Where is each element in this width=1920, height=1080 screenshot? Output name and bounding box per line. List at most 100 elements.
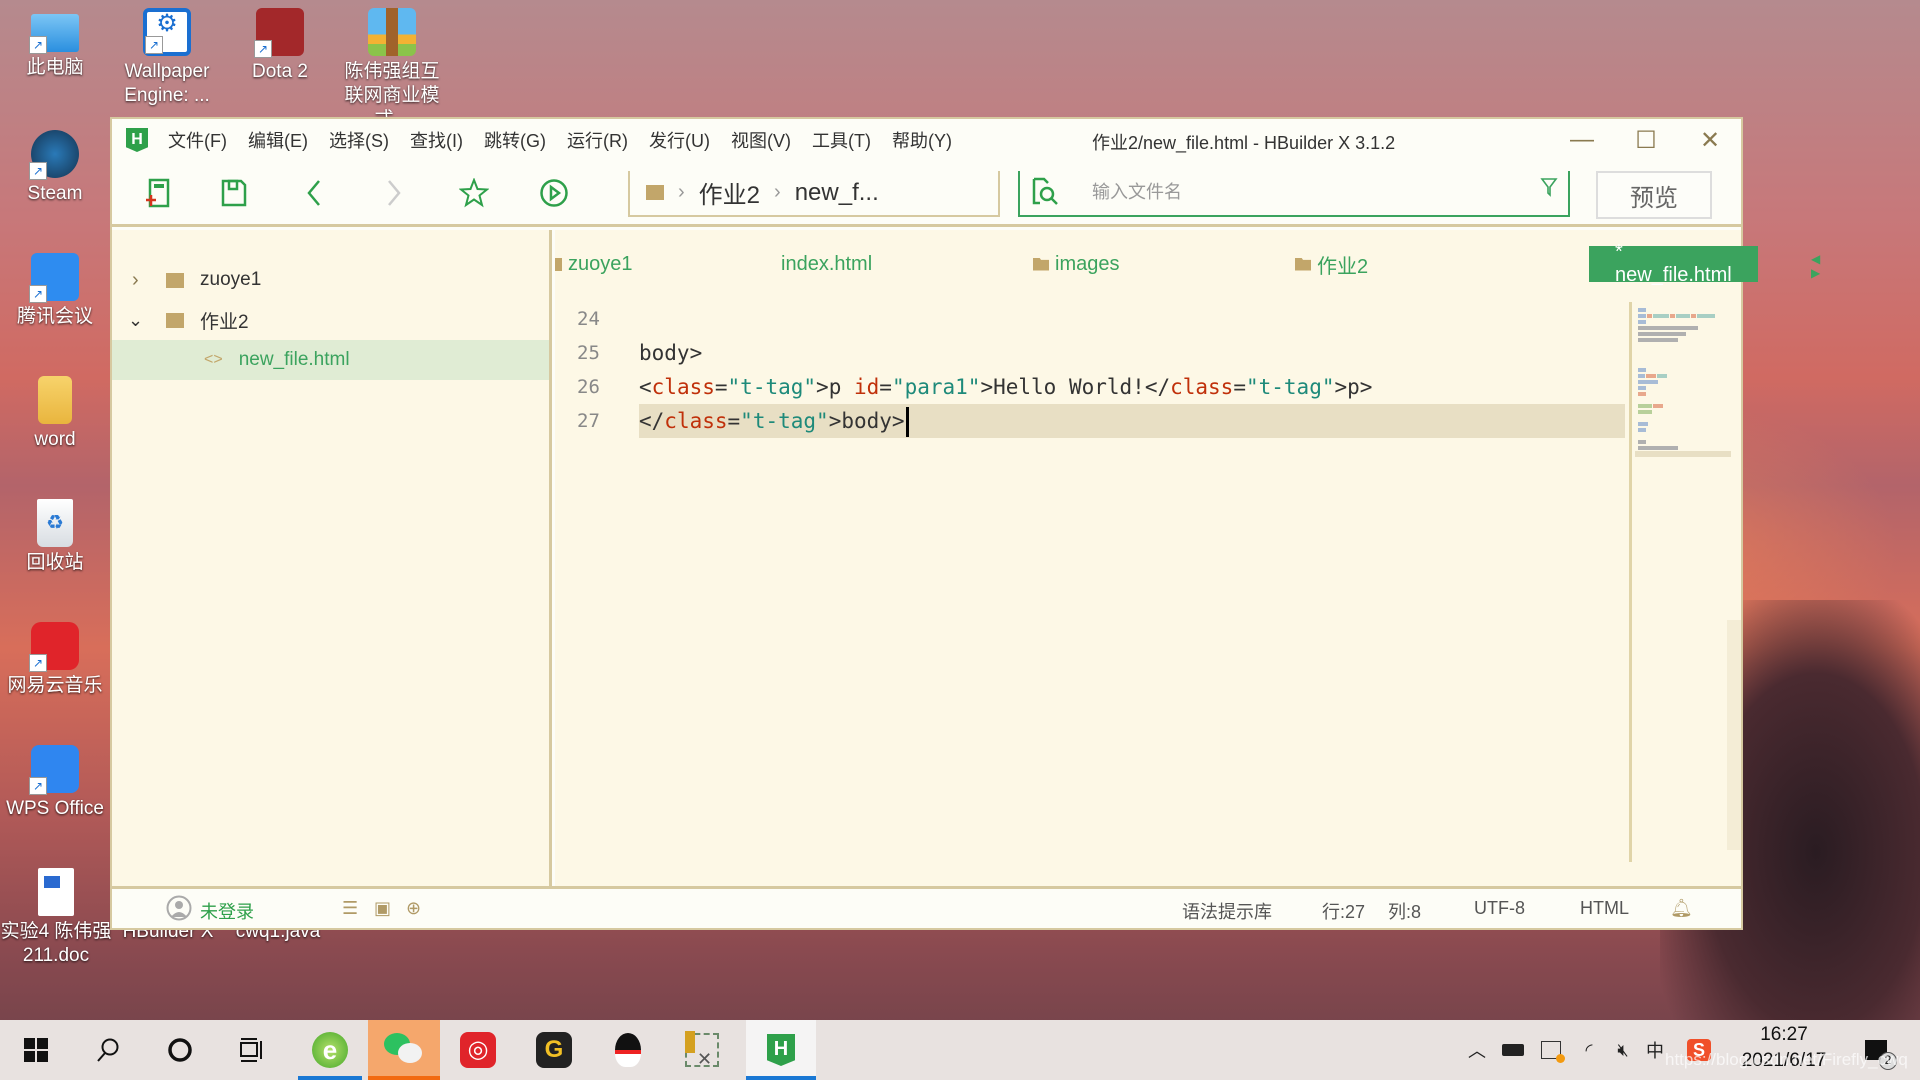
desktop-icon-doc[interactable]: 实验4 陈伟强211.doc xyxy=(0,868,112,968)
tree-item-zuoye1[interactable]: › zuoye1 xyxy=(112,260,549,300)
back-button[interactable] xyxy=(296,175,332,211)
desktop-icon-dota2[interactable]: ↗ Dota 2 xyxy=(225,8,335,84)
desktop-icon-steam[interactable]: ↗ Steam xyxy=(0,130,110,206)
chevron-down-icon: ⌄ xyxy=(128,309,144,330)
desktop-icon-tencent-meeting[interactable]: ↗ 腾讯会议 xyxy=(0,253,110,329)
menu-find[interactable]: 查找(I) xyxy=(410,127,463,153)
encoding[interactable]: UTF-8 xyxy=(1474,898,1525,919)
network-tray[interactable]: ◜ xyxy=(1574,1020,1604,1080)
steam-icon: ↗ xyxy=(29,130,79,180)
desktop-icon-label: word xyxy=(34,429,76,450)
desktop-icon-label: Wallpaper Engine: ... xyxy=(124,61,210,106)
syntax-library[interactable]: 语法提示库 xyxy=(1182,898,1272,924)
tab-zuoye1[interactable]: zuoye1 xyxy=(555,246,633,282)
task-view-button[interactable] xyxy=(220,1020,284,1080)
tab-scroll-arrows-icon[interactable]: ◀ ▶ xyxy=(1811,252,1820,280)
code-text: body> xyxy=(639,341,703,365)
desktop-icon-wps[interactable]: ↗ WPS Office xyxy=(0,745,110,821)
run-button[interactable] xyxy=(536,175,572,211)
menu-run[interactable]: 运行(R) xyxy=(567,127,628,153)
cortana-button[interactable] xyxy=(148,1020,212,1080)
battery-tray[interactable] xyxy=(1498,1020,1528,1080)
menu-edit[interactable]: 编辑(E) xyxy=(248,127,308,153)
show-hidden-icons-button[interactable]: ︿ xyxy=(1462,1020,1492,1080)
taskbar-app-hbuilderx[interactable]: H xyxy=(746,1020,816,1080)
menu-view[interactable]: 视图(V) xyxy=(731,127,791,153)
menu-help[interactable]: 帮助(Y) xyxy=(892,127,952,153)
start-button[interactable] xyxy=(4,1020,68,1080)
web-plugin-icon[interactable]: ⊕ xyxy=(406,898,421,919)
filter-icon[interactable] xyxy=(1540,177,1558,197)
taskbar-app-tools[interactable]: ✕ xyxy=(670,1020,734,1080)
taskbar-app-360-browser[interactable]: e xyxy=(298,1020,362,1080)
search-button[interactable] xyxy=(76,1020,140,1080)
battery-icon xyxy=(1502,1044,1524,1056)
running-indicator xyxy=(746,1076,816,1080)
minimap-viewport[interactable] xyxy=(1635,451,1731,457)
taskbar-app-qq[interactable] xyxy=(596,1020,660,1080)
menu-select[interactable]: 选择(S) xyxy=(329,127,389,153)
login-status[interactable]: 未登录 xyxy=(200,898,254,924)
volume-tray[interactable]: 🔇︎ xyxy=(1608,1020,1638,1080)
cursor-row[interactable]: 行:27 xyxy=(1322,898,1365,924)
tab-new-file-html[interactable]: * new_file.html xyxy=(1589,241,1758,286)
tab-images[interactable]: images xyxy=(1033,246,1119,282)
desktop-icon-netease-music[interactable]: ↗ 网易云音乐 xyxy=(0,622,110,698)
folder-icon xyxy=(166,272,184,288)
vertical-scrollbar[interactable] xyxy=(1727,620,1741,850)
desktop-icon-this-pc[interactable]: ↗ 此电脑 xyxy=(0,8,110,80)
desktop-icon-label: 实验4 陈伟强211.doc xyxy=(0,921,112,966)
tab-index-html[interactable]: index.html xyxy=(781,246,872,282)
windows-icon xyxy=(24,1038,48,1062)
file-search-input[interactable] xyxy=(1092,177,1512,207)
desktop-icon-word-folder[interactable]: word xyxy=(0,376,110,452)
desktop-icon-recycle-bin[interactable]: ♻ 回收站 xyxy=(0,499,110,575)
outline-icon[interactable]: ☰ xyxy=(342,898,358,919)
taskbar: e ◎ G ✕ H ︿ ◜ 🔇︎ 中 S 16:27 2021/6/17 2 xyxy=(0,1020,1920,1080)
tree-item-new-file-html[interactable]: <> new_file.html xyxy=(112,340,549,380)
breadcrumb-item-file[interactable]: new_f... xyxy=(795,179,879,207)
watermark-text: https://blog.csdn.net/Firefly_cwq xyxy=(1665,1050,1908,1069)
breadcrumb-item-project[interactable]: 作业2 xyxy=(699,175,760,210)
ime-label: 中 xyxy=(1646,1041,1664,1061)
desktop-icon-archive[interactable]: 陈伟强组互联网商业模式... xyxy=(336,8,448,132)
doc-file-icon xyxy=(38,868,74,916)
editor-pane: zuoye1 index.html images 作业2 * new_file.… xyxy=(555,230,1820,886)
terminal-icon[interactable]: ▣ xyxy=(374,898,391,919)
menu-file[interactable]: 文件(F) xyxy=(168,127,227,153)
menu-goto[interactable]: 跳转(G) xyxy=(484,127,546,153)
folder-icon xyxy=(166,312,184,328)
preview-button[interactable]: 预览 xyxy=(1596,171,1712,219)
tree-item-zuoye2[interactable]: ⌄ 作业2 xyxy=(112,300,549,340)
new-file-button[interactable] xyxy=(140,175,176,211)
line-number: 27 xyxy=(577,410,600,432)
taskbar-app-game[interactable]: G xyxy=(522,1020,586,1080)
minimap[interactable] xyxy=(1629,302,1731,862)
taskbar-app-netease-music[interactable]: ◎ xyxy=(446,1020,510,1080)
menu-publish[interactable]: 发行(U) xyxy=(649,127,710,153)
menu-tools[interactable]: 工具(T) xyxy=(812,127,871,153)
code-text: </class="t-tag">body> xyxy=(639,404,909,438)
user-avatar-icon[interactable] xyxy=(166,895,192,921)
cursor-col[interactable]: 列:8 xyxy=(1388,898,1421,924)
dota2-icon: ↗ xyxy=(254,8,304,58)
code-area[interactable]: 24 25 body> 26 <class="t-tag">p id="para… xyxy=(555,302,1625,438)
file-search-icon xyxy=(1032,177,1058,205)
breadcrumb-separator-icon: › xyxy=(774,181,781,203)
maximize-button[interactable]: ☐ xyxy=(1616,119,1676,161)
task-view-icon xyxy=(240,1038,262,1062)
language-mode[interactable]: HTML xyxy=(1580,898,1629,919)
forward-button[interactable] xyxy=(376,175,412,211)
favorite-button[interactable] xyxy=(456,175,492,211)
tab-zuoye2[interactable]: 作业2 xyxy=(1295,246,1368,282)
desktop-icon-wallpaper-engine[interactable]: ⚙ ↗ Wallpaper Engine: ... xyxy=(112,8,222,108)
close-button[interactable]: ✕ xyxy=(1680,119,1740,161)
clock-time: 16:27 xyxy=(1760,1024,1808,1045)
archive-icon xyxy=(368,8,416,56)
minimize-button[interactable]: — xyxy=(1552,119,1612,161)
bell-icon[interactable]: 🔔︎ xyxy=(1670,898,1693,919)
taskbar-app-wechat[interactable] xyxy=(368,1020,440,1080)
save-button[interactable] xyxy=(216,175,252,211)
sync-tray[interactable] xyxy=(1536,1020,1566,1080)
desktop-icon-label: 回收站 xyxy=(26,552,84,573)
